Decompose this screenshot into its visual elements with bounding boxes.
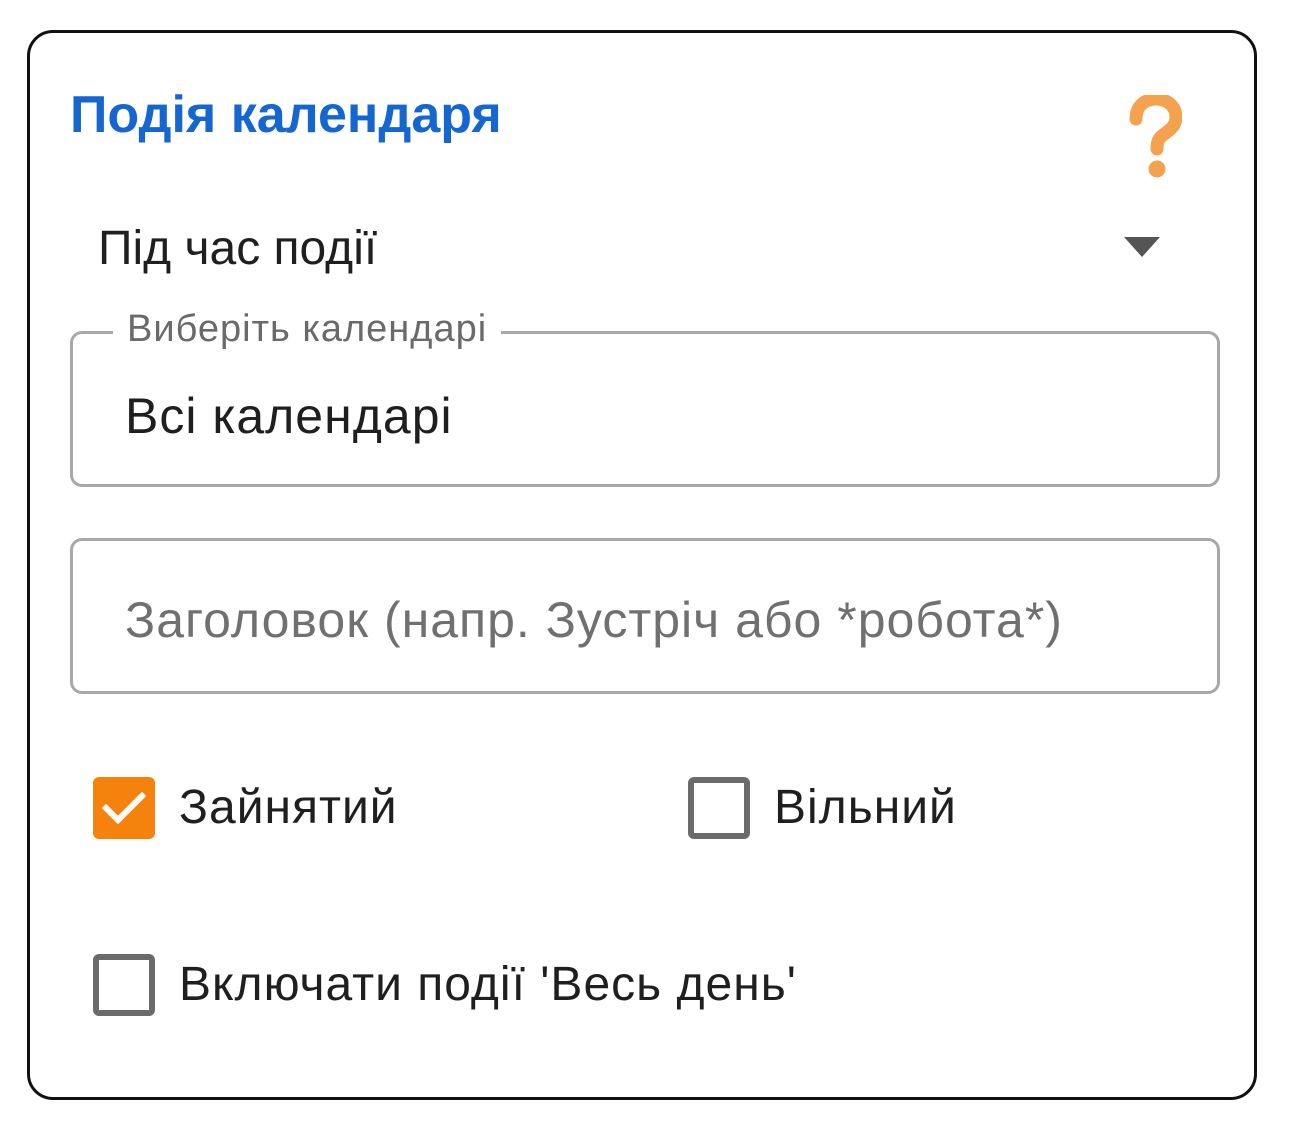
calendar-event-card: Подія календаря Під час події Виберіть к… bbox=[27, 30, 1257, 1100]
all-day-checkbox[interactable] bbox=[93, 954, 155, 1016]
free-checkbox[interactable] bbox=[688, 777, 750, 839]
calendars-field-value: Всі календарі bbox=[125, 388, 453, 444]
calendars-field-label: Виберіть календарі bbox=[113, 304, 502, 354]
event-time-selected: Під час події bbox=[98, 222, 378, 275]
calendars-select-field[interactable]: Виберіть календарі Всі календарі bbox=[70, 304, 1220, 487]
free-label: Вільний bbox=[774, 781, 957, 834]
free-option[interactable]: Вільний bbox=[688, 777, 957, 839]
question-mark-icon[interactable] bbox=[1128, 95, 1182, 181]
busy-option[interactable]: Зайнятий bbox=[93, 777, 398, 839]
all-day-label: Включати події 'Весь день' bbox=[179, 958, 797, 1011]
all-day-option[interactable]: Включати події 'Весь день' bbox=[93, 954, 797, 1016]
triangle-down-icon bbox=[1124, 237, 1160, 257]
card-title: Подія календаря bbox=[70, 86, 502, 144]
title-filter-input[interactable] bbox=[125, 589, 1185, 651]
title-filter-field[interactable] bbox=[70, 538, 1220, 694]
busy-label: Зайнятий bbox=[179, 781, 398, 834]
event-time-dropdown[interactable]: Під час події bbox=[98, 215, 1188, 285]
busy-checkbox[interactable] bbox=[93, 777, 155, 839]
checkmark-icon bbox=[102, 791, 146, 825]
